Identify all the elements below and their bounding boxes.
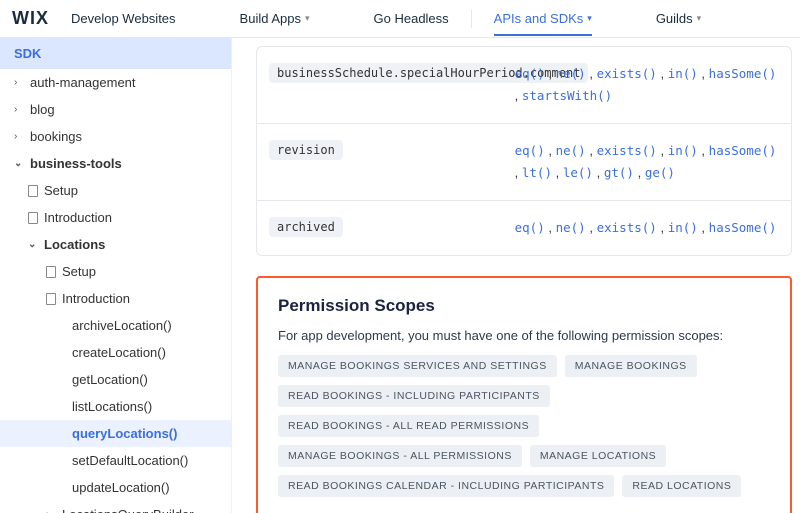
scope-tag: READ BOOKINGS - ALL READ PERMISSIONS — [278, 415, 539, 437]
sidebar-item-auth-management[interactable]: › auth-management — [0, 69, 231, 96]
permission-scopes-heading: Permission Scopes — [278, 296, 770, 316]
sidebar-item-setup[interactable]: Setup — [0, 258, 231, 285]
sidebar-item-label: setDefaultLocation() — [72, 453, 188, 468]
sidebar-item-archivelocation-[interactable]: archiveLocation() — [0, 312, 231, 339]
filter-fn-link[interactable]: ne() — [556, 220, 586, 235]
scope-tag: READ LOCATIONS — [622, 475, 741, 497]
permission-scopes-desc: For app development, you must have one o… — [278, 328, 770, 343]
document-icon — [46, 266, 56, 278]
scope-tag: READ BOOKINGS - INCLUDING PARTICIPANTS — [278, 385, 550, 407]
sidebar-item-label: archiveLocation() — [72, 318, 172, 333]
sidebar-item-label: Locations — [44, 237, 105, 252]
sidebar-item-listlocations-[interactable]: listLocations() — [0, 393, 231, 420]
nav-item-guilds[interactable]: Guilds▾ — [656, 11, 701, 26]
filter-fn-link[interactable]: gt() — [604, 165, 634, 180]
filter-fn-link[interactable]: ge() — [645, 165, 675, 180]
sidebar-item-label: auth-management — [30, 75, 136, 90]
filter-fn-link[interactable]: hasSome() — [709, 220, 777, 235]
filter-fn-link[interactable]: in() — [668, 66, 698, 81]
filter-fn-cell: eq() , ne() , exists() , in() , hasSome(… — [503, 201, 791, 255]
property-name: archived — [269, 217, 343, 237]
chevron-down-icon: ▾ — [587, 13, 592, 24]
filter-fn-link[interactable]: ne() — [556, 66, 586, 81]
sidebar-item-label: Setup — [44, 183, 78, 198]
chevron-right-icon: › — [14, 104, 24, 115]
sidebar: SDK › auth-management › blog › bookings ⌄ busin… — [0, 38, 232, 513]
filter-fn-link[interactable]: in() — [668, 220, 698, 235]
chevron-down-icon: ▾ — [697, 13, 702, 24]
sidebar-item-updatelocation-[interactable]: updateLocation() — [0, 474, 231, 501]
chevron-right-icon: › — [14, 131, 24, 142]
sidebar-item-blog[interactable]: › blog — [0, 96, 231, 123]
sidebar-item-locations[interactable]: ⌄ Locations — [0, 231, 231, 258]
nav-item-develop-websites[interactable]: Develop Websites — [71, 11, 176, 26]
document-icon — [28, 212, 38, 224]
sidebar-item-setup[interactable]: Setup — [0, 177, 231, 204]
document-icon — [28, 185, 38, 197]
sidebar-item-querylocations-[interactable]: queryLocations() — [0, 420, 231, 447]
document-icon — [46, 293, 56, 305]
sidebar-item-label: updateLocation() — [72, 480, 170, 495]
scope-tag: MANAGE BOOKINGS — [565, 355, 697, 377]
sidebar-item-label: queryLocations() — [72, 426, 177, 441]
filter-fn-link[interactable]: hasSome() — [709, 143, 777, 158]
scope-tag: MANAGE BOOKINGS - ALL PERMISSIONS — [278, 445, 522, 467]
sidebar-item-label: listLocations() — [72, 399, 152, 414]
nav-item-go-headless[interactable]: Go Headless — [374, 11, 449, 26]
sidebar-item-label: createLocation() — [72, 345, 166, 360]
filter-table: businessSchedule.specialHourPeriod.comme… — [256, 46, 792, 256]
sidebar-item-label: business-tools — [30, 156, 122, 171]
sidebar-item-createlocation-[interactable]: createLocation() — [0, 339, 231, 366]
nav-item-apis-and-sdks[interactable]: APIs and SDKs▾ — [494, 11, 592, 36]
filter-fn-link[interactable]: exists() — [597, 220, 657, 235]
filter-fn-link[interactable]: in() — [668, 143, 698, 158]
scope-tag: READ BOOKINGS CALENDAR - INCLUDING PARTI… — [278, 475, 614, 497]
sidebar-header[interactable]: SDK — [0, 38, 231, 69]
chevron-right-icon: › — [46, 509, 56, 513]
nav-item-build-apps[interactable]: Build Apps▾ — [240, 11, 310, 26]
sidebar-item-label: bookings — [30, 129, 82, 144]
sidebar-item-label: LocationsQueryBuilder — [62, 507, 194, 513]
permission-scopes-box: Permission Scopes For app development, y… — [256, 276, 792, 513]
sidebar-item-setdefaultlocation-[interactable]: setDefaultLocation() — [0, 447, 231, 474]
scope-tag: MANAGE BOOKINGS SERVICES AND SETTINGS — [278, 355, 557, 377]
sidebar-item-label: getLocation() — [72, 372, 148, 387]
sidebar-item-label: blog — [30, 102, 55, 117]
wix-logo[interactable]: WIX — [12, 8, 49, 29]
filter-fn-link[interactable]: hasSome() — [709, 66, 777, 81]
nav-separator — [471, 10, 472, 28]
table-row: businessSchedule.specialHourPeriod.comme… — [257, 47, 791, 123]
top-nav: WIX Develop Websites Build Apps▾ Go Headle… — [0, 0, 800, 38]
sidebar-item-introduction[interactable]: Introduction — [0, 285, 231, 312]
filter-fn-cell: eq() , ne() , exists() , in() , hasSome(… — [503, 124, 791, 200]
sidebar-item-label: Setup — [62, 264, 96, 279]
chevron-down-icon: ⌄ — [14, 158, 24, 169]
sidebar-item-bookings[interactable]: › bookings — [0, 123, 231, 150]
sidebar-item-label: Introduction — [44, 210, 112, 225]
scope-tag: MANAGE LOCATIONS — [530, 445, 666, 467]
property-name: revision — [269, 140, 343, 160]
filter-fn-link[interactable]: startsWith() — [522, 88, 612, 103]
chevron-right-icon: › — [14, 77, 24, 88]
sidebar-item-getlocation-[interactable]: getLocation() — [0, 366, 231, 393]
filter-fn-link[interactable]: exists() — [597, 143, 657, 158]
filter-fn-link[interactable]: exists() — [597, 66, 657, 81]
table-row: archived eq() , ne() , exists() , in() , … — [257, 200, 791, 255]
sidebar-item-label: Introduction — [62, 291, 130, 306]
filter-fn-cell: eq() , ne() , exists() , in() , hasSome(… — [503, 47, 791, 123]
filter-fn-link[interactable]: eq() — [515, 66, 545, 81]
main-content: businessSchedule.specialHourPeriod.comme… — [232, 38, 800, 513]
sidebar-item-business-tools[interactable]: ⌄ business-tools — [0, 150, 231, 177]
filter-fn-link[interactable]: eq() — [515, 220, 545, 235]
filter-fn-link[interactable]: ne() — [556, 143, 586, 158]
filter-fn-link[interactable]: eq() — [515, 143, 545, 158]
chevron-down-icon: ▾ — [305, 13, 310, 24]
filter-fn-link[interactable]: le() — [563, 165, 593, 180]
scope-tag-list: MANAGE BOOKINGS SERVICES AND SETTINGS MAN… — [278, 355, 770, 497]
sidebar-item-introduction[interactable]: Introduction — [0, 204, 231, 231]
chevron-down-icon: ⌄ — [28, 239, 38, 250]
sidebar-item-locationsquerybuilder[interactable]: › LocationsQueryBuilder — [0, 501, 231, 513]
filter-fn-link[interactable]: lt() — [522, 165, 552, 180]
table-row: revision eq() , ne() , exists() , in() , … — [257, 123, 791, 200]
